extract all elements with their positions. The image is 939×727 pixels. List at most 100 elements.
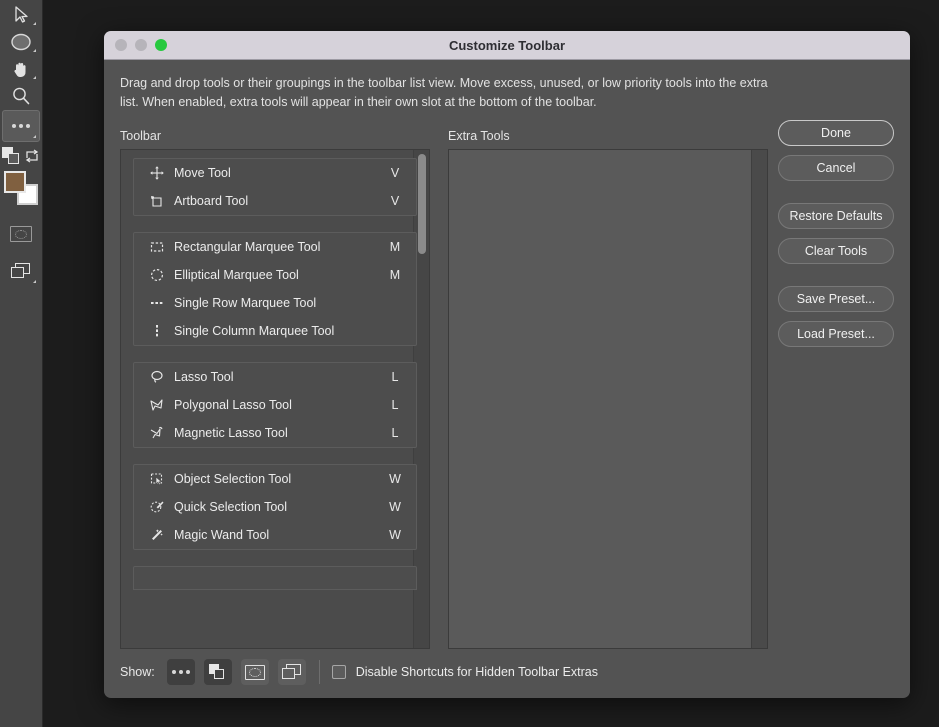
tool-expand-corner (33, 49, 36, 52)
single-row-marquee-icon (144, 295, 170, 311)
edit-toolbar-tool[interactable] (2, 110, 40, 142)
move-cursor-tool[interactable] (3, 2, 39, 28)
dialog-title: Customize Toolbar (448, 37, 566, 53)
quick-selection-icon (144, 499, 170, 515)
tool-row-magnetic-lasso[interactable]: Magnetic Lasso Tool L (134, 419, 416, 447)
lasso-icon (144, 369, 170, 385)
polygonal-lasso-icon (144, 397, 170, 413)
color-controls (1, 143, 41, 169)
foreground-background-swatch[interactable] (4, 171, 38, 205)
tool-row-object-selection[interactable]: Object Selection Tool W (134, 465, 416, 493)
tool-row-polygonal-lasso[interactable]: Polygonal Lasso Tool L (134, 391, 416, 419)
elliptical-marquee-icon (144, 267, 170, 283)
foreground-color-swatch[interactable] (4, 171, 26, 193)
move-icon (144, 165, 170, 181)
magic-wand-icon (144, 527, 170, 543)
tool-expand-corner (33, 135, 36, 138)
tool-row-single-row-marquee[interactable]: Single Row Marquee Tool (134, 289, 416, 317)
cancel-button[interactable]: Cancel (778, 155, 894, 181)
tool-name: Polygonal Lasso Tool (174, 397, 292, 412)
toolbar-column-label: Toolbar (120, 128, 161, 143)
scrollbar-thumb[interactable] (418, 153, 426, 254)
tool-row-move[interactable]: Move Tool V (134, 159, 416, 187)
color-swatches-icon (209, 664, 226, 680)
magnifier-icon (13, 87, 30, 105)
tool-shortcut: L (391, 425, 399, 440)
tool-expand-corner (33, 76, 36, 79)
tool-row-single-column-marquee[interactable]: Single Column Marquee Tool (134, 317, 416, 345)
tool-shortcut: L (391, 397, 399, 412)
done-button[interactable]: Done (778, 120, 894, 146)
customize-toolbar-dialog: Customize Toolbar Drag and drop tools or… (104, 31, 910, 698)
artboard-icon (144, 193, 170, 209)
toolbar-list-scrollbar[interactable] (418, 153, 426, 646)
screen-mode-icon (281, 664, 302, 680)
ellipse-icon (11, 33, 31, 51)
tool-group[interactable]: Move Tool V Artboard Tool V (133, 157, 417, 216)
tool-group[interactable]: Rectangular Marquee Tool M Elliptical Ma… (133, 231, 417, 346)
screen-mode[interactable] (3, 256, 39, 286)
tool-shortcut: W (389, 471, 401, 486)
magnetic-lasso-icon (144, 425, 170, 441)
restore-defaults-button[interactable]: Restore Defaults (778, 203, 894, 229)
toolbar-list[interactable]: Move Tool V Artboard Tool V Rectangular … (120, 148, 430, 649)
disable-shortcuts-label: Disable Shortcuts for Hidden Toolbar Ext… (355, 665, 598, 679)
ellipse-tool[interactable] (3, 29, 39, 55)
app-toolbar (0, 0, 43, 727)
bottom-bar-separator (318, 660, 320, 684)
tool-name: Move Tool (174, 165, 231, 180)
dialog-titlebar[interactable]: Customize Toolbar (104, 31, 910, 60)
tool-name: Artboard Tool (174, 193, 249, 208)
default-colors-icon[interactable] (2, 147, 22, 165)
tool-shortcut: W (389, 527, 401, 542)
extra-tools-list[interactable] (448, 148, 768, 649)
tool-shortcut: V (390, 165, 400, 180)
load-preset-button[interactable]: Load Preset... (778, 321, 894, 347)
tool-name: Elliptical Marquee Tool (174, 267, 299, 282)
tool-row-rectangular-marquee[interactable]: Rectangular Marquee Tool M (134, 233, 416, 261)
object-selection-icon (144, 471, 170, 487)
tool-group-clipped[interactable] (133, 565, 417, 590)
tool-row-artboard[interactable]: Artboard Tool V (134, 187, 416, 215)
tool-name: Magic Wand Tool (174, 527, 270, 542)
tool-shortcut: W (389, 499, 401, 514)
quick-mask-mode[interactable] (3, 219, 39, 249)
screen: Customize Toolbar Drag and drop tools or… (0, 0, 939, 727)
extras-toggle[interactable] (166, 659, 195, 685)
single-column-marquee-icon (144, 323, 170, 339)
tool-name: Lasso Tool (174, 369, 234, 384)
save-preset-button[interactable]: Save Preset... (778, 286, 894, 312)
tool-name: Object Selection Tool (174, 471, 292, 486)
tool-expand-corner (33, 280, 36, 283)
hand-tool[interactable] (3, 56, 39, 82)
tool-group[interactable]: Lasso Tool L Polygonal Lasso Tool L Magn… (133, 361, 417, 448)
hand-icon (14, 62, 26, 78)
cursor-icon (14, 6, 28, 23)
swap-colors-icon[interactable] (24, 149, 40, 163)
show-label: Show: (120, 665, 155, 679)
tool-row-magic-wand[interactable]: Magic Wand Tool W (134, 521, 416, 549)
screen-mode-toggle[interactable] (277, 659, 306, 685)
tool-name: Single Column Marquee Tool (174, 323, 335, 338)
tool-shortcut: V (390, 193, 400, 208)
colors-toggle[interactable] (203, 659, 232, 685)
color-swatches[interactable] (3, 170, 39, 210)
dialog-buttons: Done Cancel Restore Defaults Clear Tools… (778, 120, 894, 356)
clear-tools-button[interactable]: Clear Tools (778, 238, 894, 264)
disable-shortcuts-checkbox[interactable] (331, 665, 346, 679)
dialog-description: Drag and drop tools or their groupings i… (120, 76, 768, 110)
tool-name: Magnetic Lasso Tool (174, 425, 288, 440)
tool-row-lasso[interactable]: Lasso Tool L (134, 363, 416, 391)
tool-group[interactable]: Object Selection Tool W Quick Selection … (133, 463, 417, 550)
tool-name: Single Row Marquee Tool (174, 295, 317, 310)
ellipsis-icon (171, 670, 190, 674)
tool-row-elliptical-marquee[interactable]: Elliptical Marquee Tool M (134, 261, 416, 289)
tool-shortcut: M (389, 267, 401, 282)
screen-mode-icon (11, 263, 31, 279)
quick-mask-icon (10, 226, 32, 242)
zoom-tool[interactable] (3, 83, 39, 109)
toolbar-column: Toolbar Move Tool V Artboard Tool V Rect… (120, 129, 430, 649)
toolbar-list-scroll: Move Tool V Artboard Tool V Rectangular … (121, 150, 429, 648)
tool-row-quick-selection[interactable]: Quick Selection Tool W (134, 493, 416, 521)
quick-mask-toggle[interactable] (240, 659, 269, 685)
